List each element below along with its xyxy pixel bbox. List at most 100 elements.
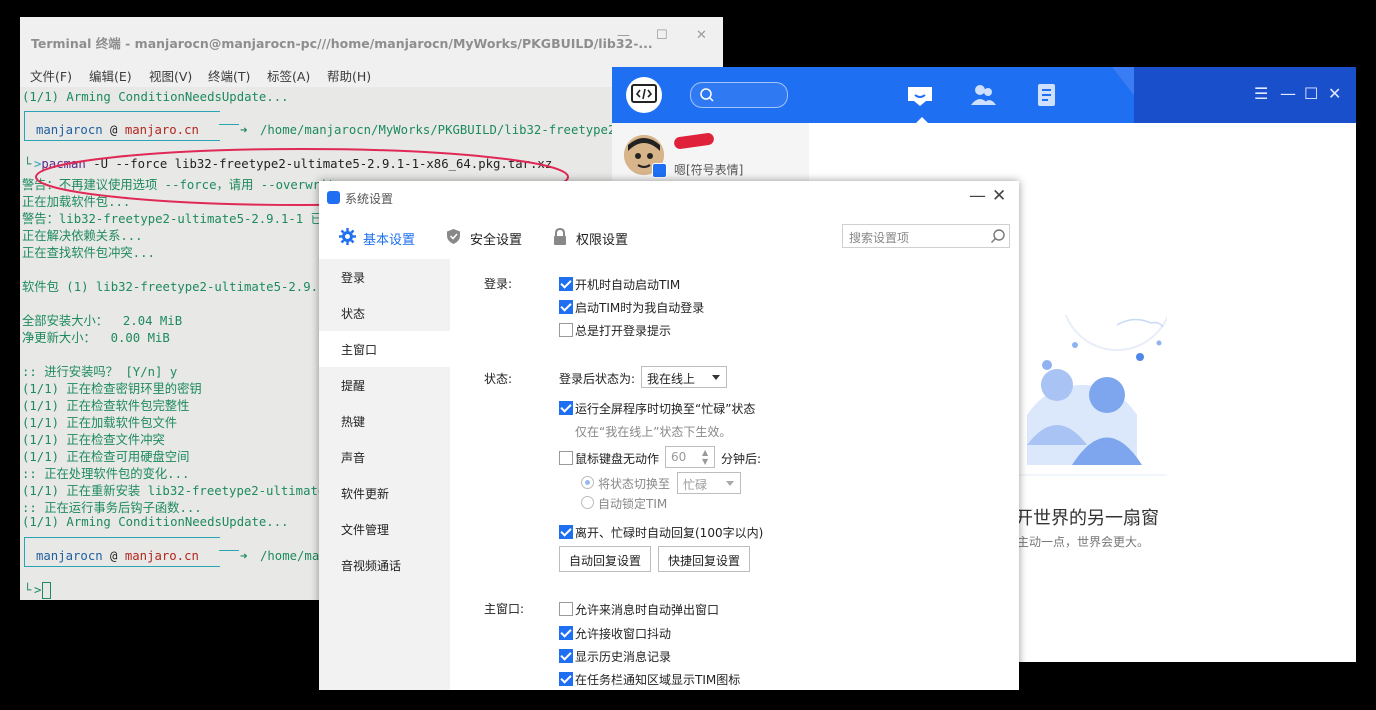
tim-logo[interactable]: [626, 77, 662, 113]
nav-item-reminder[interactable]: 提醒: [319, 367, 450, 403]
tab-basic-settings[interactable]: 基本设置: [363, 229, 415, 248]
tim-small-icon: [327, 191, 340, 204]
nav-item-update[interactable]: 软件更新: [319, 475, 450, 511]
stepper-up-icon[interactable]: ▲: [702, 448, 708, 457]
cursor: [42, 582, 51, 599]
nav-item-sound[interactable]: 声音: [319, 439, 450, 475]
message-icon[interactable]: [906, 83, 934, 107]
terminal-line: (1/1) 正在重新安装 lib32-freetype2-ultimate: [22, 484, 326, 498]
prompt-arrow-icon: ➜: [240, 549, 248, 563]
checkbox-show-history[interactable]: [559, 649, 573, 663]
checkbox-label: 总是打开登录提示: [575, 324, 672, 338]
nav-item-file-management[interactable]: 文件管理: [319, 511, 450, 547]
nav-item-main-window[interactable]: 主窗口: [319, 331, 450, 367]
prompt-connector: [219, 550, 239, 565]
checkbox-auto-login[interactable]: [559, 300, 573, 314]
maximize-icon[interactable]: ☐: [1304, 84, 1318, 103]
terminal-line: 软件包 (1) lib32-freetype2-ultimate5-2.9.1-: [22, 280, 333, 294]
menu-help[interactable]: 帮助(H): [327, 66, 371, 85]
code-icon: [631, 84, 657, 103]
welcome-subtitle: 主动一点，世界会更大。: [1017, 535, 1150, 549]
menu-file[interactable]: 文件(F): [30, 66, 72, 85]
minimize-icon[interactable]: —: [1280, 84, 1296, 103]
status-select[interactable]: 我在线上: [641, 366, 727, 388]
terminal-line: (1/1) 正在加载软件包文件: [22, 416, 178, 430]
checkbox-label: 运行全屏程序时切换至“忙碌”状态: [575, 402, 756, 416]
menu-view[interactable]: 视图(V): [149, 66, 192, 85]
tim-header: ☰ — ☐ ✕: [612, 67, 1356, 123]
nav-item-status[interactable]: 状态: [319, 295, 450, 331]
checkbox-login-prompt[interactable]: [559, 323, 573, 337]
section-status-label: 状态:: [484, 372, 513, 386]
checkbox-auto-start[interactable]: [559, 277, 573, 291]
settings-dialog[interactable]: 系统设置 — ✕ 基本设置 安全设置 权限设置 搜索设置项 登录 状态 主窗口 …: [319, 181, 1019, 690]
terminal-titlebar[interactable]: Terminal 终端 - manjarocn@manjarocn-pc///h…: [20, 17, 723, 62]
minimize-icon[interactable]: —: [617, 28, 630, 43]
auto-reply-settings-button[interactable]: 自动回复设置: [559, 546, 651, 572]
nickname-redacted: [673, 132, 715, 150]
document-icon[interactable]: [1035, 83, 1059, 109]
checkbox-label: 显示历史消息记录: [575, 650, 672, 664]
checkbox-label: 允许接收窗口抖动: [575, 627, 672, 641]
terminal-line: 正在查找软件包冲突...: [22, 246, 155, 260]
checkbox-idle[interactable]: [559, 451, 573, 465]
switch-status-select[interactable]: 忙碌: [677, 472, 741, 494]
close-icon[interactable]: ✕: [1328, 84, 1341, 103]
checkbox-label: 在任务栏通知区域显示TIM图标: [575, 673, 741, 687]
search-icon: [700, 88, 714, 102]
menu-tabs[interactable]: 标签(A): [267, 66, 310, 85]
terminal-line: (1/1) 正在检查软件包完整性: [22, 399, 190, 413]
menu-icon[interactable]: ☰: [1254, 84, 1268, 103]
section-login-label: 登录:: [484, 277, 513, 291]
terminal-line: :: 进行安装吗？ [Y/n] y: [22, 365, 178, 379]
nav-item-hotkey[interactable]: 热键: [319, 403, 450, 439]
after-login-label: 登录后状态为:: [559, 372, 636, 386]
checkbox-auto-popup[interactable]: [559, 602, 573, 616]
checkbox-tray-icon[interactable]: [559, 672, 573, 686]
contacts-icon[interactable]: [970, 83, 998, 107]
online-status-icon: [652, 163, 667, 178]
terminal-line: (1/1) 正在检查文件冲突: [22, 433, 165, 447]
prompt-line: manjarocn @ manjaro.cn: [36, 123, 199, 137]
terminal-line: 净更新大小： 0.00 MiB: [22, 331, 170, 345]
checkbox-window-shake[interactable]: [559, 626, 573, 640]
terminal-line: 正在解决依赖关系...: [22, 229, 143, 243]
idle-minutes-stepper[interactable]: 60 ▲ ▼: [665, 446, 715, 468]
maximize-icon[interactable]: ☐: [656, 28, 668, 43]
minimize-icon[interactable]: —: [969, 186, 986, 206]
stepper-down-icon[interactable]: ▼: [702, 457, 708, 466]
close-icon[interactable]: ✕: [992, 186, 1006, 206]
terminal-line: (1/1) Arming ConditionNeedsUpdate...: [22, 515, 289, 529]
quick-reply-settings-button[interactable]: 快捷回复设置: [658, 546, 750, 572]
settings-left-nav: 登录 状态 主窗口 提醒 热键 声音 软件更新 文件管理 音视频通话: [319, 259, 450, 690]
gear-icon: [339, 228, 356, 245]
nav-item-av-call[interactable]: 音视频通话: [319, 547, 450, 583]
checkbox-auto-reply[interactable]: [559, 525, 573, 539]
terminal-line: 全部安装大小： 2.04 MiB: [22, 314, 183, 328]
terminal-line: :: 正在运行事务后钩子函数...: [22, 501, 202, 515]
terminal-line: (1/1) 正在检查可用硬盘空间: [22, 450, 190, 464]
close-icon[interactable]: ✕: [696, 28, 707, 43]
menu-terminal[interactable]: 终端(T): [208, 66, 250, 85]
tim-search-input[interactable]: [690, 82, 788, 108]
prompt-arrow-icon: ➜: [240, 123, 248, 137]
radio-auto-lock[interactable]: [581, 496, 594, 509]
lock-icon: [554, 228, 566, 245]
tab-permission-settings[interactable]: 权限设置: [576, 229, 628, 248]
tab-security-settings[interactable]: 安全设置: [470, 229, 522, 248]
nav-item-login[interactable]: 登录: [319, 259, 450, 295]
checkbox-label: 启动TIM时为我自动登录: [575, 301, 705, 315]
terminal-line: :: 正在处理软件包的变化...: [22, 467, 190, 481]
idle-after-label: 分钟后:: [721, 452, 762, 466]
prompt-path: /home/manjarocn/MyWorks/PKGBUILD/lib32-f…: [260, 123, 645, 137]
radio-label: 自动锁定TIM: [598, 497, 668, 511]
radio-label: 将状态切换至: [598, 477, 671, 491]
settings-search-input[interactable]: 搜索设置项: [842, 224, 1010, 248]
personal-signature[interactable]: 嗯[符号表情]: [674, 161, 743, 178]
terminal-line: (1/1) Arming ConditionNeedsUpdate...: [22, 90, 289, 104]
terminal-title: Terminal 终端 - manjarocn@manjarocn-pc///h…: [31, 36, 653, 51]
menu-edit[interactable]: 编辑(E): [89, 66, 132, 85]
checkbox-fullscreen-busy[interactable]: [559, 401, 573, 415]
section-main-window-label: 主窗口:: [484, 602, 525, 616]
radio-switch-status[interactable]: [581, 476, 594, 489]
